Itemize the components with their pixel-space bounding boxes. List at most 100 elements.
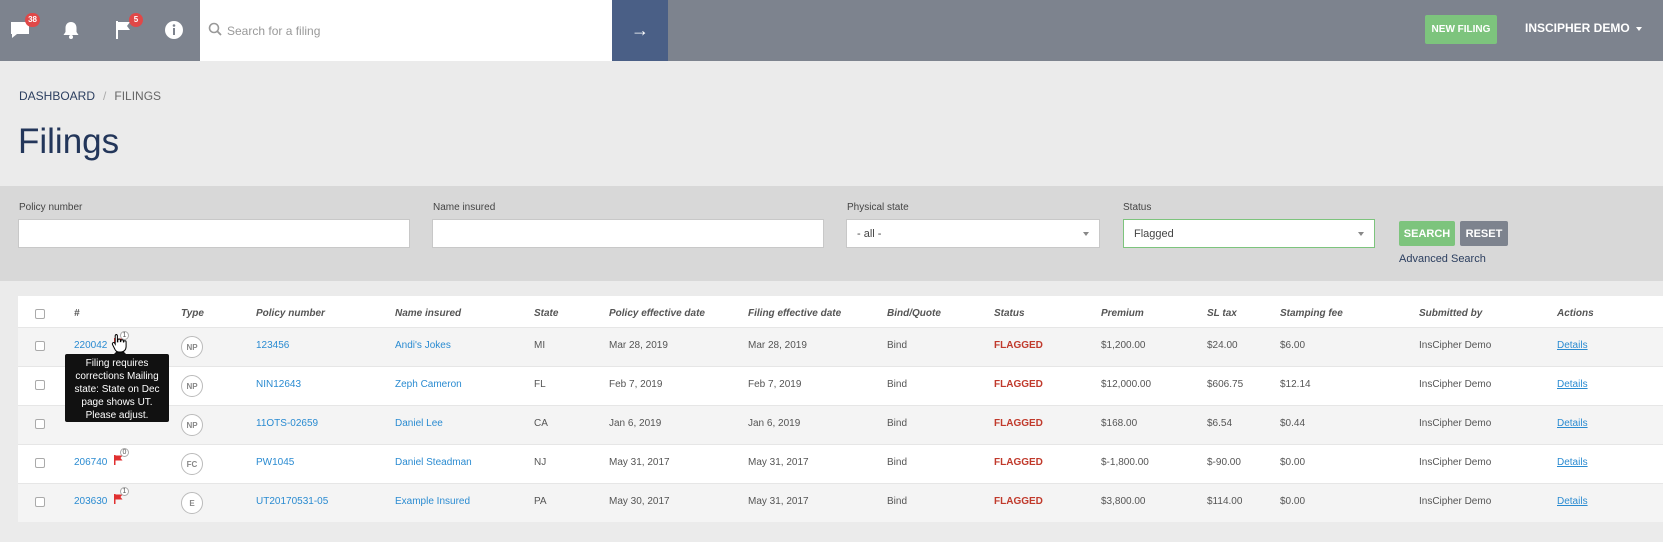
flag-icon[interactable]: 1 xyxy=(114,487,129,507)
filing-search-input[interactable] xyxy=(200,0,612,61)
header-number: # xyxy=(74,308,80,319)
bind-quote-cell: Bind xyxy=(887,496,908,507)
name-insured-link[interactable]: Daniel Lee xyxy=(395,418,443,429)
submitted-by-cell: InsCipher Demo xyxy=(1419,340,1492,351)
filing-search-box xyxy=(200,0,612,61)
submitted-by-cell: InsCipher Demo xyxy=(1419,418,1492,429)
breadcrumb: DASHBOARD / FILINGS xyxy=(19,89,161,103)
breadcrumb-current: FILINGS xyxy=(114,89,162,103)
details-link[interactable]: Details xyxy=(1557,496,1588,507)
policy-number-input[interactable] xyxy=(19,220,409,247)
table-row: 206740 0 FC PW1045 Daniel Steadman NJ Ma… xyxy=(18,444,1663,483)
flag-count: 1 xyxy=(120,487,129,496)
filing-id-link[interactable]: 206740 xyxy=(74,457,107,468)
stamping-fee-cell: $12.14 xyxy=(1280,379,1311,390)
header-type: Type xyxy=(181,308,204,319)
table-row: NP NIN12643 Zeph Cameron FL Feb 7, 2019 … xyxy=(18,366,1663,405)
bell-icon[interactable] xyxy=(59,16,83,44)
status-cell: FLAGGED xyxy=(994,496,1043,507)
type-badge: NP xyxy=(181,375,203,397)
filing-date-cell: May 31, 2017 xyxy=(748,457,809,468)
policy-number-link[interactable]: UT20170531-05 xyxy=(256,496,328,507)
type-badge: NP xyxy=(181,336,203,358)
details-link[interactable]: Details xyxy=(1557,340,1588,351)
filing-id-link[interactable]: 220042 xyxy=(74,340,107,351)
name-insured-input[interactable] xyxy=(433,220,823,247)
state-cell: NJ xyxy=(534,457,547,468)
caret-down-icon xyxy=(1083,232,1089,236)
table-row: 203630 1 E UT20170531-05 Example Insured… xyxy=(18,483,1663,522)
policy-date-cell: May 31, 2017 xyxy=(609,457,670,468)
breadcrumb-separator: / xyxy=(103,89,107,103)
info-icon[interactable] xyxy=(162,16,186,44)
search-icon xyxy=(208,22,222,36)
policy-number-link[interactable]: 123456 xyxy=(256,340,289,351)
header-bind-quote: Bind/Quote xyxy=(887,308,941,319)
name-insured-link[interactable]: Zeph Cameron xyxy=(395,379,462,390)
search-go-button[interactable]: → xyxy=(612,0,668,61)
premium-cell: $12,000.00 xyxy=(1101,379,1152,390)
status-cell: FLAGGED xyxy=(994,418,1043,429)
premium-cell: $3,800.00 xyxy=(1101,496,1146,507)
reset-button[interactable]: RESET xyxy=(1460,221,1508,246)
name-insured-link[interactable]: Daniel Steadman xyxy=(395,457,472,468)
premium-cell: $-1,800.00 xyxy=(1101,457,1149,468)
arrow-right-icon: → xyxy=(631,20,649,40)
details-link[interactable]: Details xyxy=(1557,418,1588,429)
row-checkbox[interactable] xyxy=(35,497,45,507)
header-filing-effective-date: Filing effective date xyxy=(748,308,842,319)
bind-quote-cell: Bind xyxy=(887,457,908,468)
header-premium: Premium xyxy=(1101,308,1144,319)
user-menu-label: INSCIPHER DEMO xyxy=(1525,21,1630,35)
sl-tax-cell: $114.00 xyxy=(1207,496,1243,507)
row-checkbox[interactable] xyxy=(35,380,45,390)
policy-number-link[interactable]: NIN12643 xyxy=(256,379,301,390)
page-title: Filings xyxy=(18,122,120,161)
details-link[interactable]: Details xyxy=(1557,457,1588,468)
policy-number-label: Policy number xyxy=(19,202,83,213)
status-label: Status xyxy=(1123,202,1152,213)
flag-icon[interactable]: 5 xyxy=(111,13,143,44)
status-select[interactable]: Flagged xyxy=(1123,219,1375,248)
filings-table: # Type Policy number Name insured State … xyxy=(18,296,1663,522)
name-insured-link[interactable]: Example Insured xyxy=(395,496,470,507)
chat-icon[interactable]: 38 xyxy=(8,13,40,44)
header-policy-effective-date: Policy effective date xyxy=(609,308,705,319)
header-policy-number: Policy number xyxy=(256,308,325,319)
policy-date-cell: Jan 6, 2019 xyxy=(609,418,662,429)
filing-id-link[interactable]: 203630 xyxy=(74,496,107,507)
new-filing-button[interactable]: NEW FILING xyxy=(1425,15,1497,44)
status-cell: FLAGGED xyxy=(994,379,1043,390)
policy-date-cell: Feb 7, 2019 xyxy=(609,379,663,390)
row-checkbox[interactable] xyxy=(35,419,45,429)
bind-quote-cell: Bind xyxy=(887,379,908,390)
filing-date-cell: May 31, 2017 xyxy=(748,496,809,507)
status-cell: FLAGGED xyxy=(994,457,1043,468)
bind-quote-cell: Bind xyxy=(887,340,908,351)
policy-number-link[interactable]: PW1045 xyxy=(256,457,294,468)
details-link[interactable]: Details xyxy=(1557,379,1588,390)
caret-down-icon xyxy=(1358,232,1364,236)
policy-number-field xyxy=(18,219,410,248)
stamping-fee-cell: $6.00 xyxy=(1280,340,1306,351)
advanced-search-link[interactable]: Advanced Search xyxy=(1399,253,1486,265)
state-cell: FL xyxy=(534,379,546,390)
physical-state-select[interactable]: - all - xyxy=(846,219,1100,248)
header-status: Status xyxy=(994,308,1025,319)
row-checkbox[interactable] xyxy=(35,341,45,351)
user-menu[interactable]: INSCIPHER DEMO xyxy=(1525,21,1642,35)
stamping-fee-cell: $0.00 xyxy=(1280,496,1306,507)
policy-number-link[interactable]: 11OTS-02659 xyxy=(256,418,318,429)
state-cell: PA xyxy=(534,496,547,507)
select-all-checkbox[interactable] xyxy=(35,309,45,319)
header-actions: Actions xyxy=(1557,308,1594,319)
breadcrumb-dashboard[interactable]: DASHBOARD xyxy=(19,89,95,103)
filing-date-cell: Feb 7, 2019 xyxy=(748,379,802,390)
row-checkbox[interactable] xyxy=(35,458,45,468)
flag-icon[interactable]: 0 xyxy=(114,448,129,468)
physical-state-value: - all - xyxy=(857,227,882,240)
flag-badge: 5 xyxy=(129,13,143,27)
name-insured-link[interactable]: Andi's Jokes xyxy=(395,340,451,351)
search-button[interactable]: SEARCH xyxy=(1399,221,1455,246)
filing-date-cell: Jan 6, 2019 xyxy=(748,418,801,429)
